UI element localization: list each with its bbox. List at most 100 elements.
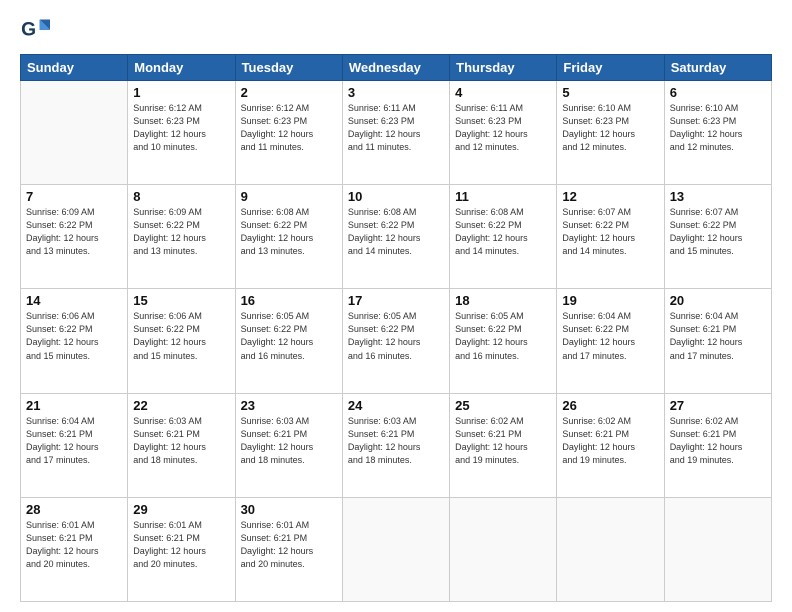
day-info: Sunrise: 6:04 AM Sunset: 6:21 PM Dayligh… <box>670 310 766 362</box>
day-info: Sunrise: 6:10 AM Sunset: 6:23 PM Dayligh… <box>670 102 766 154</box>
day-number: 14 <box>26 293 122 308</box>
calendar-row-5: 28 Sunrise: 6:01 AM Sunset: 6:21 PM Dayli… <box>21 497 772 601</box>
day-info: Sunrise: 6:04 AM Sunset: 6:21 PM Dayligh… <box>26 415 122 467</box>
calendar-cell: 30 Sunrise: 6:01 AM Sunset: 6:21 PM Dayli… <box>235 497 342 601</box>
calendar-cell: 14 Sunrise: 6:06 AM Sunset: 6:22 PM Dayli… <box>21 289 128 393</box>
weekday-header-sunday: Sunday <box>21 55 128 81</box>
calendar-cell <box>664 497 771 601</box>
day-info: Sunrise: 6:09 AM Sunset: 6:22 PM Dayligh… <box>133 206 229 258</box>
day-info: Sunrise: 6:02 AM Sunset: 6:21 PM Dayligh… <box>455 415 551 467</box>
day-info: Sunrise: 6:02 AM Sunset: 6:21 PM Dayligh… <box>562 415 658 467</box>
calendar-cell <box>557 497 664 601</box>
day-info: Sunrise: 6:06 AM Sunset: 6:22 PM Dayligh… <box>26 310 122 362</box>
calendar-cell: 15 Sunrise: 6:06 AM Sunset: 6:22 PM Dayli… <box>128 289 235 393</box>
calendar-cell: 10 Sunrise: 6:08 AM Sunset: 6:22 PM Dayli… <box>342 185 449 289</box>
day-number: 23 <box>241 398 337 413</box>
calendar-cell <box>450 497 557 601</box>
day-number: 8 <box>133 189 229 204</box>
day-info: Sunrise: 6:07 AM Sunset: 6:22 PM Dayligh… <box>670 206 766 258</box>
day-number: 18 <box>455 293 551 308</box>
day-number: 4 <box>455 85 551 100</box>
day-info: Sunrise: 6:02 AM Sunset: 6:21 PM Dayligh… <box>670 415 766 467</box>
day-info: Sunrise: 6:11 AM Sunset: 6:23 PM Dayligh… <box>348 102 444 154</box>
day-number: 12 <box>562 189 658 204</box>
day-info: Sunrise: 6:10 AM Sunset: 6:23 PM Dayligh… <box>562 102 658 154</box>
day-number: 19 <box>562 293 658 308</box>
calendar-cell: 17 Sunrise: 6:05 AM Sunset: 6:22 PM Dayli… <box>342 289 449 393</box>
day-info: Sunrise: 6:08 AM Sunset: 6:22 PM Dayligh… <box>241 206 337 258</box>
day-number: 21 <box>26 398 122 413</box>
weekday-header-monday: Monday <box>128 55 235 81</box>
day-info: Sunrise: 6:12 AM Sunset: 6:23 PM Dayligh… <box>241 102 337 154</box>
calendar-cell: 26Sunrise: 6:02 AM Sunset: 6:21 PM Dayli… <box>557 393 664 497</box>
day-info: Sunrise: 6:08 AM Sunset: 6:22 PM Dayligh… <box>348 206 444 258</box>
day-info: Sunrise: 6:04 AM Sunset: 6:22 PM Dayligh… <box>562 310 658 362</box>
calendar-cell: 27 Sunrise: 6:02 AM Sunset: 6:21 PM Dayli… <box>664 393 771 497</box>
calendar-cell: 9 Sunrise: 6:08 AM Sunset: 6:22 PM Daylig… <box>235 185 342 289</box>
calendar-cell: 13Sunrise: 6:07 AM Sunset: 6:22 PM Dayli… <box>664 185 771 289</box>
calendar-cell: 24 Sunrise: 6:03 AM Sunset: 6:21 PM Dayli… <box>342 393 449 497</box>
calendar-cell: 23Sunrise: 6:03 AM Sunset: 6:21 PM Dayli… <box>235 393 342 497</box>
day-info: Sunrise: 6:07 AM Sunset: 6:22 PM Dayligh… <box>562 206 658 258</box>
day-info: Sunrise: 6:05 AM Sunset: 6:22 PM Dayligh… <box>348 310 444 362</box>
day-info: Sunrise: 6:06 AM Sunset: 6:22 PM Dayligh… <box>133 310 229 362</box>
day-number: 15 <box>133 293 229 308</box>
calendar-cell <box>21 81 128 185</box>
calendar-cell: 8 Sunrise: 6:09 AM Sunset: 6:22 PM Daylig… <box>128 185 235 289</box>
calendar-cell: 11Sunrise: 6:08 AM Sunset: 6:22 PM Dayli… <box>450 185 557 289</box>
day-number: 9 <box>241 189 337 204</box>
logo: G <box>20 16 56 44</box>
day-number: 2 <box>241 85 337 100</box>
day-number: 10 <box>348 189 444 204</box>
day-info: Sunrise: 6:05 AM Sunset: 6:22 PM Dayligh… <box>455 310 551 362</box>
calendar-cell: 7 Sunrise: 6:09 AM Sunset: 6:22 PM Daylig… <box>21 185 128 289</box>
calendar-cell: 2 Sunrise: 6:12 AM Sunset: 6:23 PM Daylig… <box>235 81 342 185</box>
logo-icon: G <box>20 16 52 44</box>
day-info: Sunrise: 6:09 AM Sunset: 6:22 PM Dayligh… <box>26 206 122 258</box>
day-info: Sunrise: 6:05 AM Sunset: 6:22 PM Dayligh… <box>241 310 337 362</box>
calendar-row-3: 14 Sunrise: 6:06 AM Sunset: 6:22 PM Dayli… <box>21 289 772 393</box>
day-number: 30 <box>241 502 337 517</box>
day-info: Sunrise: 6:03 AM Sunset: 6:21 PM Dayligh… <box>348 415 444 467</box>
day-number: 24 <box>348 398 444 413</box>
day-number: 22 <box>133 398 229 413</box>
page: G SundayMondayTuesdayWednesdayThursdayFr… <box>0 0 792 612</box>
weekday-header-wednesday: Wednesday <box>342 55 449 81</box>
day-number: 25 <box>455 398 551 413</box>
day-number: 28 <box>26 502 122 517</box>
header: G <box>20 16 772 44</box>
calendar-cell: 16 Sunrise: 6:05 AM Sunset: 6:22 PM Dayli… <box>235 289 342 393</box>
calendar-cell: 1 Sunrise: 6:12 AM Sunset: 6:23 PM Daylig… <box>128 81 235 185</box>
day-number: 16 <box>241 293 337 308</box>
weekday-header-friday: Friday <box>557 55 664 81</box>
day-info: Sunrise: 6:08 AM Sunset: 6:22 PM Dayligh… <box>455 206 551 258</box>
day-number: 6 <box>670 85 766 100</box>
calendar-cell: 4Sunrise: 6:11 AM Sunset: 6:23 PM Daylig… <box>450 81 557 185</box>
day-number: 1 <box>133 85 229 100</box>
calendar-cell: 20 Sunrise: 6:04 AM Sunset: 6:21 PM Dayli… <box>664 289 771 393</box>
day-info: Sunrise: 6:01 AM Sunset: 6:21 PM Dayligh… <box>133 519 229 571</box>
day-info: Sunrise: 6:12 AM Sunset: 6:23 PM Dayligh… <box>133 102 229 154</box>
day-number: 20 <box>670 293 766 308</box>
calendar-cell: 22 Sunrise: 6:03 AM Sunset: 6:21 PM Dayli… <box>128 393 235 497</box>
day-info: Sunrise: 6:01 AM Sunset: 6:21 PM Dayligh… <box>26 519 122 571</box>
calendar-cell <box>342 497 449 601</box>
calendar-cell: 28 Sunrise: 6:01 AM Sunset: 6:21 PM Dayli… <box>21 497 128 601</box>
day-info: Sunrise: 6:01 AM Sunset: 6:21 PM Dayligh… <box>241 519 337 571</box>
day-number: 5 <box>562 85 658 100</box>
calendar-row-1: 1 Sunrise: 6:12 AM Sunset: 6:23 PM Daylig… <box>21 81 772 185</box>
weekday-header-thursday: Thursday <box>450 55 557 81</box>
calendar-row-2: 7 Sunrise: 6:09 AM Sunset: 6:22 PM Daylig… <box>21 185 772 289</box>
weekday-header-saturday: Saturday <box>664 55 771 81</box>
svg-text:G: G <box>21 19 36 40</box>
calendar-cell: 19 Sunrise: 6:04 AM Sunset: 6:22 PM Dayli… <box>557 289 664 393</box>
calendar: SundayMondayTuesdayWednesdayThursdayFrid… <box>20 54 772 602</box>
day-number: 27 <box>670 398 766 413</box>
day-info: Sunrise: 6:03 AM Sunset: 6:21 PM Dayligh… <box>133 415 229 467</box>
day-number: 17 <box>348 293 444 308</box>
weekday-header-row: SundayMondayTuesdayWednesdayThursdayFrid… <box>21 55 772 81</box>
calendar-cell: 25 Sunrise: 6:02 AM Sunset: 6:21 PM Dayli… <box>450 393 557 497</box>
calendar-cell: 3Sunrise: 6:11 AM Sunset: 6:23 PM Daylig… <box>342 81 449 185</box>
day-number: 7 <box>26 189 122 204</box>
calendar-cell: 29Sunrise: 6:01 AM Sunset: 6:21 PM Dayli… <box>128 497 235 601</box>
